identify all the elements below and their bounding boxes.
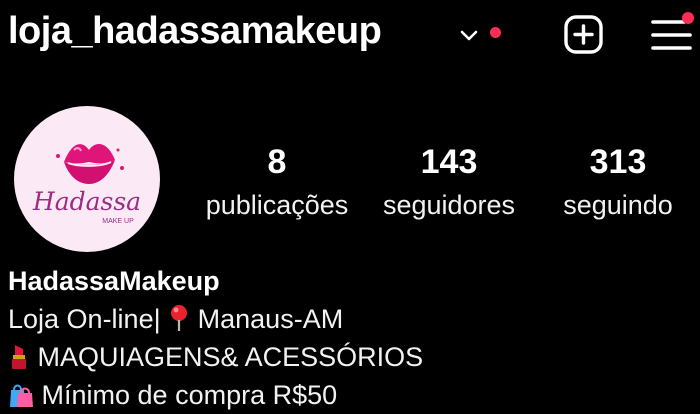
- hadassa-logo: Hadassa MAKE UP: [32, 144, 141, 225]
- round-pushpin-icon: [171, 305, 188, 331]
- followers-count: 143: [420, 143, 478, 181]
- stat-posts[interactable]: 8 publicações: [192, 142, 362, 222]
- bio-line-minimum: Mínimo de compra R$50: [8, 376, 698, 414]
- profile-avatar[interactable]: Hadassa MAKE UP: [14, 106, 160, 252]
- bio-line-products: MAQUIAGENS& ACESSÓRIOS: [8, 338, 698, 376]
- followers-label: seguidores: [382, 190, 516, 220]
- bio-products-text: MAQUIAGENS& ACESSÓRIOS: [37, 342, 424, 372]
- following-label: seguindo: [563, 190, 673, 220]
- notification-dot: [490, 27, 501, 38]
- shopping-bags-icon: [10, 384, 33, 407]
- hamburger-menu-icon[interactable]: [648, 10, 696, 56]
- bio-store-text: Loja On-line|: [8, 304, 161, 334]
- lips-kiss-graphic: [56, 144, 124, 184]
- bio-location-text: Manaus-AM: [197, 304, 344, 334]
- stat-following[interactable]: 313 seguindo: [533, 142, 700, 222]
- bio-line-location: Loja On-line| Manaus-AM: [8, 300, 698, 338]
- following-count: 313: [589, 143, 647, 181]
- chevron-down-icon[interactable]: [458, 26, 480, 46]
- logo-subtext: MAKE UP: [102, 218, 134, 225]
- profile-bio: HadassaMakeup Loja On-line| Manaus-AM MA…: [8, 262, 698, 414]
- display-name: HadassaMakeup: [8, 266, 220, 296]
- lipstick-icon: [12, 345, 26, 369]
- posts-count: 8: [267, 143, 287, 181]
- bio-minimum-text: Mínimo de compra R$50: [41, 380, 338, 410]
- profile-header: loja_hadassamakeup: [0, 0, 700, 78]
- username-title[interactable]: loja_hadassamakeup: [8, 10, 382, 53]
- plus-square-icon[interactable]: [559, 13, 607, 57]
- stat-followers[interactable]: 143 seguidores: [364, 142, 534, 222]
- logo-brand-text: Hadassa: [32, 187, 141, 216]
- posts-label: publicações: [205, 190, 349, 220]
